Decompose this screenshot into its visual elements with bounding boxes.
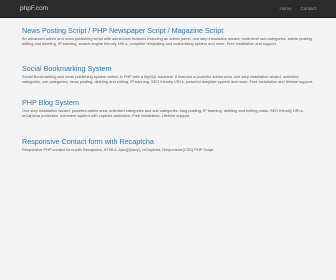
top-navbar: phpF.com Home Contact — [0, 0, 336, 18]
list-item: Responsive Contact form with Recaptcha R… — [22, 137, 214, 152]
item-title-link[interactable]: News Posting Script / PHP Newspaper Scri… — [22, 26, 317, 35]
item-title-link[interactable]: PHP Blog System — [22, 98, 317, 107]
item-description: One step installation wizard, powerful a… — [22, 108, 304, 119]
list-item: PHP Blog System One step installation wi… — [22, 98, 317, 118]
item-title-link[interactable]: Responsive Contact form with Recaptcha — [22, 137, 214, 146]
item-description: Responsive PHP contact form with Recaptc… — [22, 147, 215, 152]
item-description: Social Bookmarking and news publishing s… — [22, 74, 314, 85]
item-title-link[interactable]: Social Bookmarking System — [22, 64, 317, 73]
list-item: Social Bookmarking System Social Bookmar… — [22, 64, 317, 84]
site-brand[interactable]: phpF.com — [20, 4, 48, 14]
nav-link-contact[interactable]: Contact — [300, 4, 316, 14]
nav-link-home[interactable]: Home — [279, 4, 291, 14]
list-item: News Posting Script / PHP Newspaper Scri… — [22, 26, 317, 46]
item-description: An advanced article and news publishing … — [22, 36, 313, 47]
nav-links: Home Contact — [279, 4, 316, 14]
